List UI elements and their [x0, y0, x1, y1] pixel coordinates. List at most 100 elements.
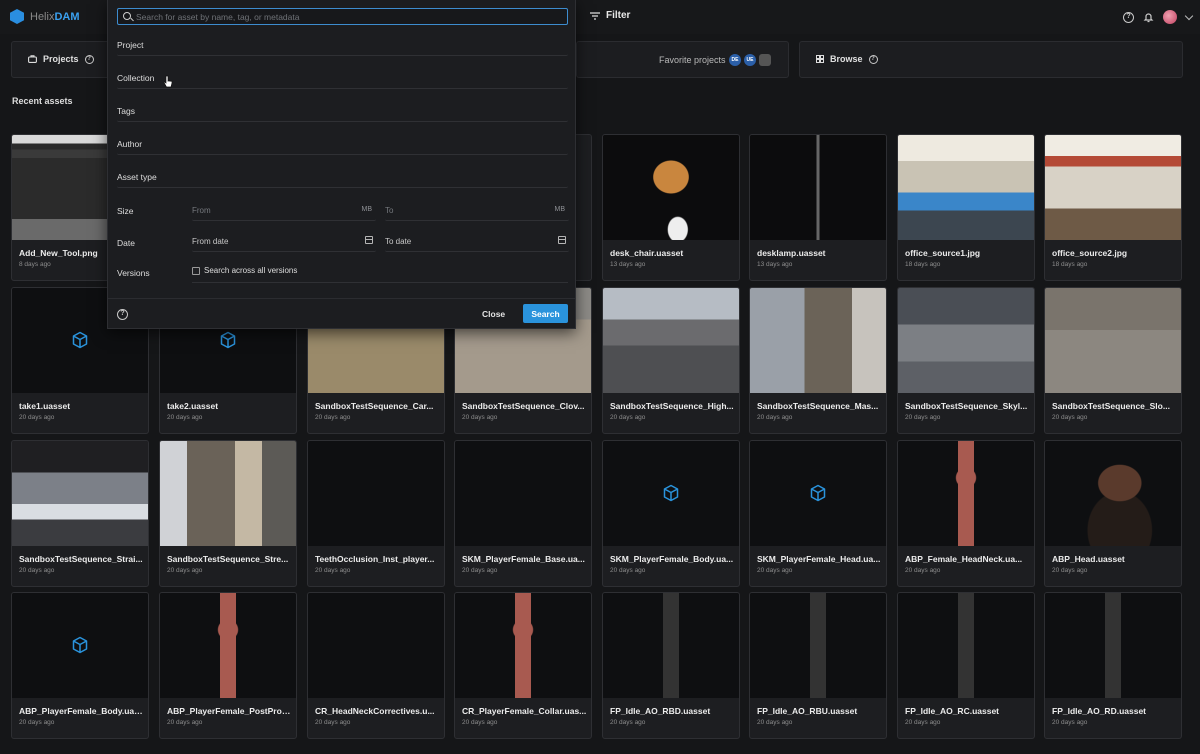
search-box[interactable]	[117, 8, 568, 25]
browse-help-icon[interactable]: ?	[868, 54, 878, 64]
asset-name: FP_Idle_AO_RBD.uasset	[610, 706, 711, 716]
date-to-input[interactable]: To date	[385, 231, 569, 252]
asset-thumbnail	[1045, 135, 1181, 240]
chevron-down-icon[interactable]	[1184, 11, 1194, 20]
project-filter-label: Project	[117, 40, 144, 50]
asset-name: desklamp.uasset	[757, 248, 826, 258]
author-filter[interactable]: Author	[117, 132, 568, 155]
search-input[interactable]	[136, 11, 556, 23]
asset-card[interactable]: TeethOcclusion_Inst_player... 20 days ago	[307, 440, 445, 587]
asset-thumbnail	[898, 135, 1034, 240]
asset-card[interactable]: desklamp.uasset 13 days ago	[749, 134, 887, 281]
asset-thumbnail	[750, 593, 886, 698]
asset-thumbnail	[898, 593, 1034, 698]
calendar-icon[interactable]	[365, 236, 373, 244]
filter-button[interactable]: Filter	[590, 10, 630, 21]
calendar-icon[interactable]	[558, 236, 566, 244]
bell-icon[interactable]	[1143, 12, 1154, 23]
asset-thumbnail	[750, 135, 886, 240]
size-to-input[interactable]: To MB	[385, 200, 569, 221]
asset-date: 20 days ago	[1052, 567, 1088, 574]
asset-date: 20 days ago	[905, 567, 941, 574]
all-versions-checkbox[interactable]	[192, 266, 200, 275]
close-button[interactable]: Close	[478, 306, 509, 322]
asset-thumbnail	[898, 441, 1034, 546]
projects-help-icon[interactable]: ?	[84, 54, 94, 64]
asset-name: SandboxTestSequence_Car...	[315, 401, 434, 411]
asset-card[interactable]: FP_Idle_AO_RC.uasset 20 days ago	[897, 592, 1035, 739]
asset-card[interactable]: CR_PlayerFemale_Collar.uas... 20 days ago	[454, 592, 592, 739]
asset-name: office_source2.jpg	[1052, 248, 1128, 258]
asset-name: SandboxTestSequence_Clov...	[462, 401, 585, 411]
asset-card[interactable]: FP_Idle_AO_RBU.uasset 20 days ago	[749, 592, 887, 739]
asset-thumbnail	[603, 135, 739, 240]
asset-card[interactable]: SKM_PlayerFemale_Head.ua... 20 days ago	[749, 440, 887, 587]
asset-card[interactable]: ABP_PlayerFemale_PostProc... 20 days ago	[159, 592, 297, 739]
user-avatar[interactable]	[1163, 10, 1177, 24]
asset-card[interactable]: ABP_Female_HeadNeck.ua... 20 days ago	[897, 440, 1035, 587]
asset-date: 20 days ago	[905, 414, 941, 421]
divider	[192, 282, 568, 283]
asset-card[interactable]: SandboxTestSequence_Stre... 20 days ago	[159, 440, 297, 587]
asset-card[interactable]: FP_Idle_AO_RBD.uasset 20 days ago	[602, 592, 740, 739]
asset-thumbnail	[12, 441, 148, 546]
asset-card[interactable]: FP_Idle_AO_RD.uasset 20 days ago	[1044, 592, 1182, 739]
tags-filter-label: Tags	[117, 106, 135, 116]
asset-name: SandboxTestSequence_High...	[610, 401, 734, 411]
help-icon[interactable]: ?	[1123, 11, 1134, 23]
project-filter[interactable]: Project	[117, 33, 568, 56]
asset-card[interactable]: SKM_PlayerFemale_Body.ua... 20 days ago	[602, 440, 740, 587]
date-from-input[interactable]: From date	[192, 231, 376, 252]
asset-date: 20 days ago	[167, 567, 203, 574]
asset-name: SandboxTestSequence_Mas...	[757, 401, 879, 411]
favorite-badges: DE UE	[729, 54, 771, 66]
asset-name: FP_Idle_AO_RC.uasset	[905, 706, 1000, 716]
asset-thumbnail	[160, 593, 296, 698]
filter-icon	[590, 11, 600, 20]
size-from-input[interactable]: From MB	[192, 200, 376, 221]
browse-tile[interactable]: Browse ?	[799, 41, 1183, 78]
asset-thumbnail	[1045, 593, 1181, 698]
versions-label: Versions	[117, 268, 150, 278]
asset-card[interactable]: SandboxTestSequence_Slo... 20 days ago	[1044, 287, 1182, 434]
favorite-projects-label: Favorite projects	[659, 55, 726, 65]
filter-help-icon[interactable]: ?	[117, 309, 128, 320]
asset-name: CR_PlayerFemale_Collar.uas...	[462, 706, 587, 716]
date-label: Date	[117, 238, 135, 248]
asset-type-filter[interactable]: Asset type	[117, 165, 568, 188]
size-label: Size	[117, 206, 134, 216]
asset-card[interactable]: CR_HeadNeckCorrectives.u... 20 days ago	[307, 592, 445, 739]
logo-icon	[10, 9, 24, 24]
asset-card[interactable]: office_source2.jpg 18 days ago	[1044, 134, 1182, 281]
asset-card[interactable]: ABP_Head.uasset 20 days ago	[1044, 440, 1182, 587]
recent-assets-heading: Recent assets	[12, 96, 73, 106]
asset-card[interactable]: SandboxTestSequence_Strai... 20 days ago	[11, 440, 149, 587]
asset-card[interactable]: ABP_PlayerFemale_Body.uas... 20 days ago	[11, 592, 149, 739]
asset-date: 20 days ago	[315, 567, 351, 574]
collection-filter[interactable]: Collection	[117, 66, 568, 89]
asset-name: SKM_PlayerFemale_Body.ua...	[610, 554, 734, 564]
all-versions-option[interactable]: Search across all versions	[192, 266, 297, 275]
asset-card[interactable]: office_source1.jpg 18 days ago	[897, 134, 1035, 281]
size-to-unit: MB	[554, 206, 566, 213]
top-right-actions: ?	[1123, 10, 1194, 24]
asset-card[interactable]: desk_chair.uasset 13 days ago	[602, 134, 740, 281]
tags-filter[interactable]: Tags	[117, 99, 568, 122]
search-button[interactable]: Search	[523, 304, 568, 323]
asset-name: FP_Idle_AO_RD.uasset	[1052, 706, 1147, 716]
asset-date: 20 days ago	[757, 414, 793, 421]
favorite-project-badge[interactable]: UE	[744, 54, 756, 66]
asset-card[interactable]: SandboxTestSequence_High... 20 days ago	[602, 287, 740, 434]
asset-card[interactable]: SandboxTestSequence_Skyl... 20 days ago	[897, 287, 1035, 434]
brand-suffix: DAM	[54, 10, 80, 23]
favorite-project-badge[interactable]: DE	[729, 54, 741, 66]
search-filter-panel: Project Collection Tags Author Asset typ…	[107, 0, 576, 329]
asset-name: ABP_Female_HeadNeck.ua...	[905, 554, 1023, 564]
asset-card[interactable]: SKM_PlayerFemale_Base.ua... 20 days ago	[454, 440, 592, 587]
favorite-project-badge[interactable]	[759, 54, 771, 66]
asset-card[interactable]: SandboxTestSequence_Mas... 20 days ago	[749, 287, 887, 434]
asset-thumbnail	[898, 288, 1034, 393]
asset-thumbnail	[308, 593, 444, 698]
app-logo[interactable]: HelixDAM	[10, 9, 80, 24]
favorite-projects-tile[interactable]: Favorite projects DE UE	[576, 41, 789, 78]
